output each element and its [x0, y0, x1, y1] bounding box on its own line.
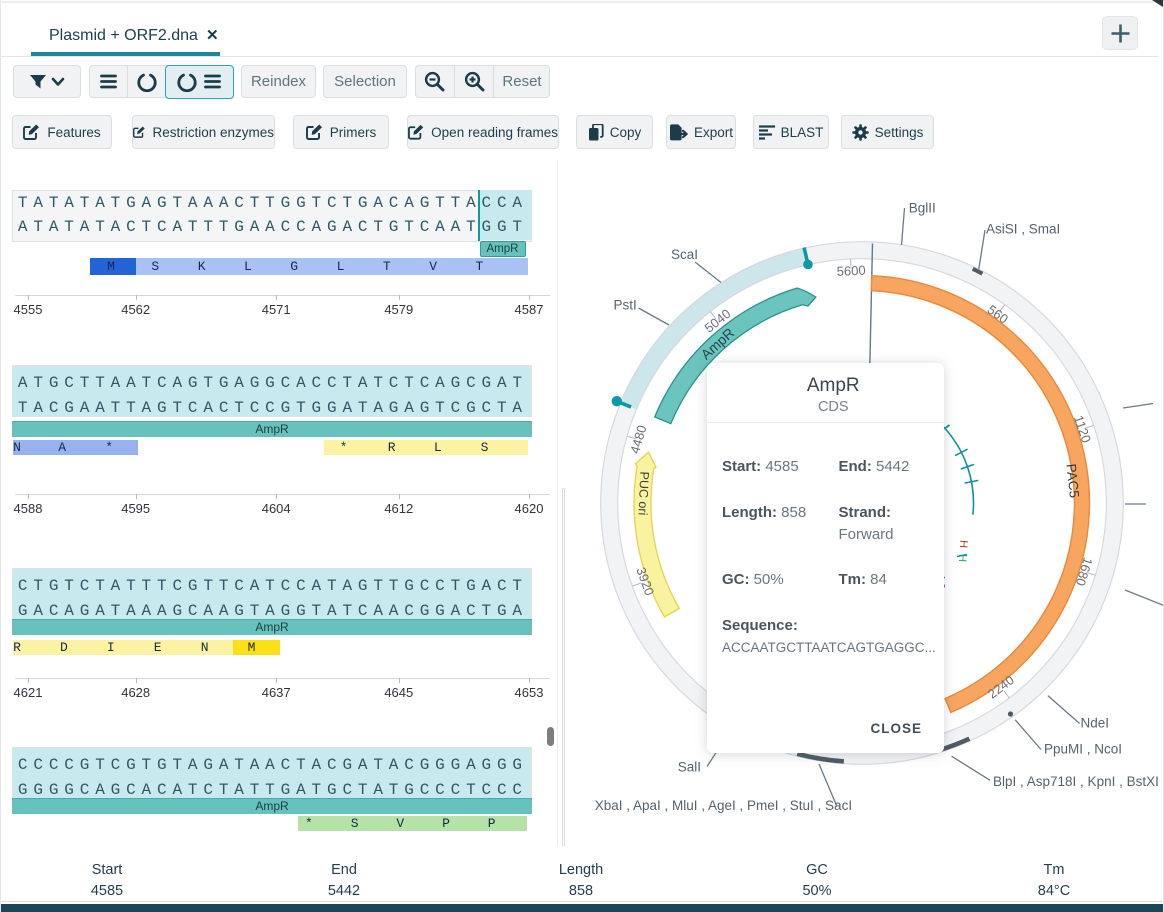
svg-text:PpuMI , NcoI: PpuMI , NcoI	[1044, 742, 1122, 757]
svg-text:5600: 5600	[836, 263, 866, 279]
svg-text:XbaI , ApaI , MluI , AgeI , Pm: XbaI , ApaI , MluI , AgeI , PmeI , StuI …	[595, 798, 852, 813]
svg-text:AsiSI , SmaI: AsiSI , SmaI	[986, 222, 1060, 237]
svg-text:BlpI , Asp718I , KpnI , BstXI: BlpI , Asp718I , KpnI , BstXI	[993, 774, 1159, 789]
svg-text:SalI: SalI	[678, 760, 701, 775]
svg-text:BglII: BglII	[909, 201, 936, 216]
svg-text:PstI: PstI	[614, 298, 637, 313]
svg-text:4480: 4480	[627, 423, 649, 455]
svg-text:NdeI: NdeI	[1081, 716, 1110, 731]
svg-text:PAC5: PAC5	[1063, 463, 1081, 499]
svg-text:ScaI: ScaI	[671, 247, 698, 262]
svg-text:PUC ori: PUC ori	[635, 471, 651, 515]
